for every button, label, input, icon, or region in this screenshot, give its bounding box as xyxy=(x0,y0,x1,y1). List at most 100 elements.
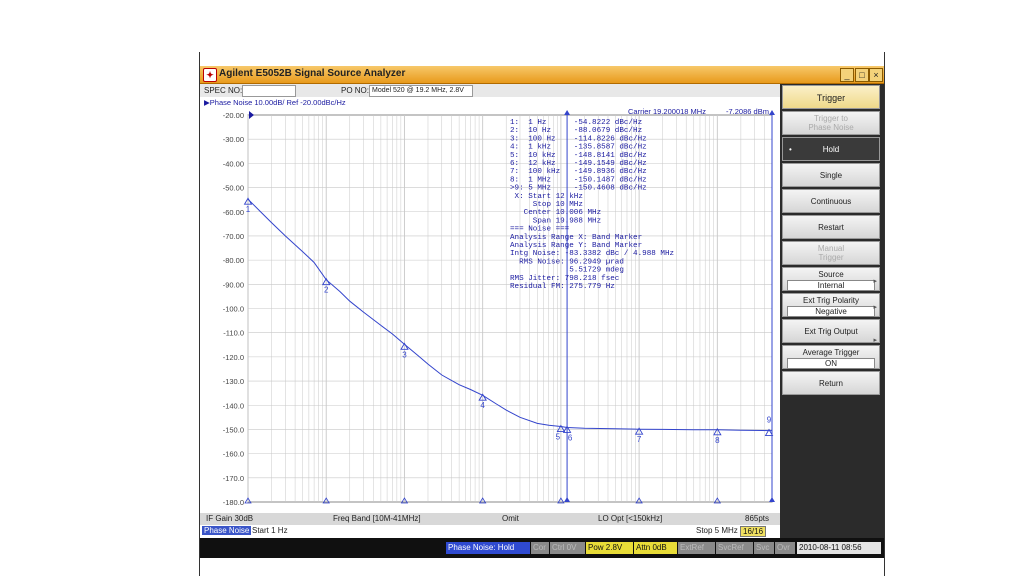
marker-table-line: 6: 12 kHz -149.1549 dBc/Hz xyxy=(510,160,647,168)
title-bar: ✦ Agilent E5052B Signal Source Analyzer … xyxy=(200,66,884,84)
slide-border-right xyxy=(884,52,885,576)
marker-table-line: Span 19.988 MHz xyxy=(510,217,601,225)
status-datetime: 2010-08-11 08:56 xyxy=(797,542,881,554)
maximize-button[interactable]: □ xyxy=(855,68,869,82)
marker-label: 4 xyxy=(480,401,485,410)
marker-table-line: 7: 100 kHz -149.8936 dBc/Hz xyxy=(510,168,647,176)
lo-opt: LO Opt [<150kHz] xyxy=(598,514,663,523)
po-label: PO NO: xyxy=(341,86,370,95)
marker-table-line: 2: 10 Hz -88.0679 dBc/Hz xyxy=(510,127,642,135)
y-tick-label: -130.0 xyxy=(223,377,244,386)
y-tick-label: -20.00 xyxy=(223,111,244,120)
marker-table-line: 8: 1 MHz -150.1487 dBc/Hz xyxy=(510,176,647,184)
marker-table-line: 4: 1 kHz -135.8587 dBc/Hz xyxy=(510,144,647,152)
softkey-return[interactable]: Return xyxy=(782,371,880,395)
marker-label: 3 xyxy=(402,350,407,359)
y-tick-label: -40.00 xyxy=(223,159,244,168)
marker-table-line: 5.51729 mdeg xyxy=(510,267,624,275)
marker-table-line: 3: 100 Hz -114.8226 dBc/Hz xyxy=(510,135,647,143)
marker-label: 2 xyxy=(324,286,329,295)
status-ctrl: Ctrl 0V xyxy=(550,542,585,554)
status-pow: Pow 2.8V xyxy=(586,542,633,554)
status-mode: Phase Noise: Hold xyxy=(446,542,530,554)
plot-area: -20.00 -30.00 -40.00 -50.00 -60.00 -70.00 -80.… xyxy=(200,97,780,513)
softkey-manual-trigger[interactable]: Manual Trigger xyxy=(782,241,880,265)
status-cor: Cor xyxy=(531,542,549,554)
softkey-ext-trig-output[interactable]: Ext Trig Output ▸ xyxy=(782,319,880,344)
po-field[interactable]: Model 520 @ 19.2 MHz, 2.8V xyxy=(369,85,473,97)
marker-table-line: RMS Noise: 96.2949 µrad xyxy=(510,258,624,266)
band-marker-top-icon xyxy=(769,110,775,115)
softkey-average-trigger[interactable]: Average Trigger ON xyxy=(782,345,880,369)
trace-header: ▶Phase Noise 10.00dB/ Ref -20.00dBc/Hz xyxy=(204,98,346,107)
softkey-single[interactable]: Single xyxy=(782,163,880,187)
submenu-arrow-icon: ▸ xyxy=(873,303,877,311)
hold-active-dot-icon: • xyxy=(789,145,792,154)
average-trigger-value: ON xyxy=(787,358,875,369)
marker-table-line: 1: 1 Hz -54.8222 dBc/Hz xyxy=(510,119,642,127)
softkey-header-trigger: Trigger xyxy=(782,85,880,109)
trigger-to-line2: Phase Noise xyxy=(808,123,854,132)
point-count: 865pts xyxy=(745,514,770,523)
marker-table-line: Residual FM: 275.779 Hz xyxy=(510,283,615,291)
if-gain: IF Gain 30dB xyxy=(206,514,254,523)
softkey-trigger-to-phase-noise[interactable]: Trigger to Phase Noise xyxy=(782,111,880,135)
softkey-ext-trig-polarity[interactable]: Ext Trig Polarity Negative ▸ xyxy=(782,293,880,317)
y-tick-label: -30.00 xyxy=(223,135,244,144)
y-tick-label: -140.0 xyxy=(223,401,244,410)
phase-noise-tab[interactable]: Phase Noise xyxy=(202,526,252,535)
y-tick-label: -70.00 xyxy=(223,232,244,241)
analyzer-window: ✦ Agilent E5052B Signal Source Analyzer … xyxy=(200,66,884,558)
spec-field[interactable] xyxy=(242,85,296,97)
carrier-power: -7.2086 dBm xyxy=(726,107,769,116)
softkey-continuous[interactable]: Continuous xyxy=(782,189,880,213)
status-extref: ExtRef xyxy=(678,542,715,554)
status-ovr: Ovr xyxy=(775,542,795,554)
status-svcref: SvcRef xyxy=(716,542,753,554)
info-bar: SPEC NO: PO NO: Model 520 @ 19.2 MHz, 2.… xyxy=(200,84,780,97)
status-bar: Phase Noise: Hold Cor Ctrl 0V Pow 2.8V A… xyxy=(200,538,884,558)
y-tick-label: -150.0 xyxy=(223,425,244,434)
marker-table-line: Stop 10 MHz xyxy=(510,201,583,209)
minimize-button[interactable]: _ xyxy=(840,68,854,82)
marker-label: 6 xyxy=(568,433,573,442)
phase-noise-chart: -20.00 -30.00 -40.00 -50.00 -60.00 -70.00 -80.… xyxy=(204,98,775,507)
average-count: 16/16 xyxy=(740,526,767,537)
marker-table-line: >9: 5 MHz -150.4608 dBc/Hz xyxy=(510,185,647,193)
window-title: Agilent E5052B Signal Source Analyzer xyxy=(219,68,406,79)
y-tick-label: -80.00 xyxy=(223,256,244,265)
marker-table-line: Analysis Range Y: Band Marker xyxy=(510,242,642,250)
y-tick-label: -170.0 xyxy=(223,474,244,483)
marker-table-line: RMS Jitter: 798.218 fsec xyxy=(510,275,619,283)
marker-table-line: Center 10.006 MHz xyxy=(510,209,601,217)
marker-table-line: 5: 10 kHz -148.8141 dBc/Hz xyxy=(510,152,647,160)
close-button[interactable]: × xyxy=(869,68,883,82)
stop-frequency: Stop 5 MHz xyxy=(696,526,738,535)
band-marker-top-icon xyxy=(564,110,571,115)
marker-table-line: Intg Noise: -83.3382 dBc / 4.988 MHz xyxy=(510,250,674,258)
trigger-to-line1: Trigger to xyxy=(814,114,848,123)
marker-table-line: X: Start 12 kHz xyxy=(510,193,583,201)
y-tick-label: -120.0 xyxy=(223,353,244,362)
marker-label: 5 xyxy=(556,433,561,442)
marker-table-line: === Noise === xyxy=(510,226,570,234)
y-tick-label: -100.0 xyxy=(223,305,244,314)
carrier-frequency: Carrier 19.200018 MHz xyxy=(628,107,706,116)
softkey-panel: Trigger Trigger to Phase Noise • Hold Si… xyxy=(780,84,884,538)
source-value: Internal xyxy=(787,280,875,291)
marker-label: 9 xyxy=(767,416,772,425)
status-attn: Attn 0dB xyxy=(634,542,677,554)
y-tick-label: -110.0 xyxy=(223,329,244,338)
status-svc: Svc xyxy=(754,542,774,554)
spec-label: SPEC NO: xyxy=(204,86,243,95)
freq-band: Freq Band [10M-41MHz] xyxy=(333,514,421,523)
y-tick-label: -160.0 xyxy=(223,450,244,459)
softkey-hold[interactable]: • Hold xyxy=(782,137,880,161)
marker-label: 1 xyxy=(246,205,251,214)
omit-label: Omit xyxy=(502,514,519,523)
manual-trigger-line2: Trigger xyxy=(818,253,844,262)
marker-label: 7 xyxy=(637,435,642,444)
softkey-source[interactable]: Source Internal ▸ xyxy=(782,267,880,291)
marker-table-line: Analysis Range X: Band Marker xyxy=(510,234,642,242)
softkey-restart[interactable]: Restart xyxy=(782,215,880,239)
